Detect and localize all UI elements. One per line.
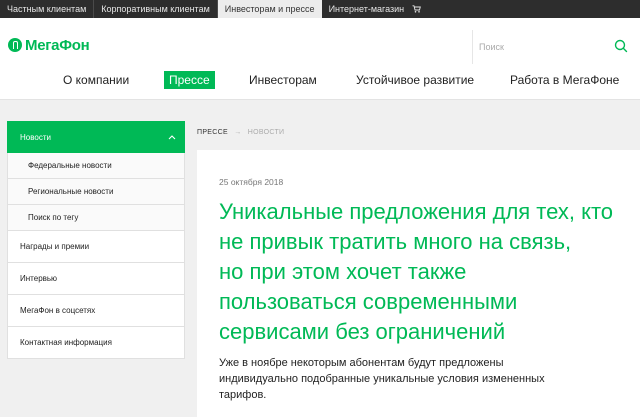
nav-sustainability[interactable]: Устойчивое развитие [356, 71, 474, 89]
logo-text: МегаФон [25, 36, 90, 54]
tab-online-store[interactable]: Интернет-магазин [322, 0, 428, 18]
nav-careers[interactable]: Работа в МегаФоне [510, 71, 619, 89]
cart-icon [412, 5, 421, 13]
sidebar-item-news[interactable]: Новости [7, 121, 185, 153]
nav-about[interactable]: О компании [63, 71, 129, 89]
article-headline: Уникальные предложения для тех, кто не п… [219, 197, 640, 347]
sidebar-item-tag-search[interactable]: Поиск по тегу [7, 205, 185, 231]
sidebar-item-regional-news[interactable]: Региональные новости [7, 179, 185, 205]
top-bar: Частным клиентам Корпоративным клиентам … [0, 0, 640, 18]
breadcrumb-press[interactable]: ПРЕССЕ [197, 129, 228, 136]
sidebar-item-social[interactable]: МегаФон в соцсетях [7, 295, 185, 327]
headline-line: но при этом хочет также [219, 259, 467, 284]
article-date: 25 октября 2018 [219, 177, 284, 187]
sidebar-item-contacts[interactable]: Контактная информация [7, 327, 185, 359]
sidebar-item-label: Новости [20, 133, 51, 142]
lead-line: индивидуально подобранные уникальные усл… [219, 373, 545, 385]
search-box [472, 30, 640, 64]
sidebar: Новости Федеральные новости Региональные… [7, 121, 185, 359]
logo-mark-icon [8, 38, 22, 52]
lead-line: Уже в ноябре некоторым абонентам будут п… [219, 357, 504, 369]
headline-line: сервисами без ограничений [219, 319, 506, 344]
tab-private-clients[interactable]: Частным клиентам [0, 0, 95, 18]
tab-corporate-clients[interactable]: Корпоративным клиентам [94, 0, 218, 18]
nav-press[interactable]: Прессе [164, 71, 215, 89]
nav-investors[interactable]: Инвесторам [249, 71, 317, 89]
sidebar-item-federal-news[interactable]: Федеральные новости [7, 153, 185, 179]
breadcrumb: ПРЕССЕ → НОВОСТИ [197, 129, 284, 136]
main-nav: О компании Прессе Инвесторам Устойчивое … [0, 71, 640, 93]
search-input[interactable] [479, 40, 599, 54]
tab-investors-press[interactable]: Инвесторам и прессе [217, 0, 322, 18]
chevron-up-icon [168, 135, 176, 140]
headline-line: не привык тратить много на связь, [219, 229, 572, 254]
breadcrumb-arrow-icon: → [234, 129, 242, 136]
headline-line: пользоваться современными [219, 289, 518, 314]
sidebar-item-awards[interactable]: Награды и премии [7, 231, 185, 263]
sidebar-item-interview[interactable]: Интервью [7, 263, 185, 295]
site-header: МегаФон О компании Прессе Инвесторам Уст… [0, 18, 640, 100]
article-lead: Уже в ноябре некоторым абонентам будут п… [219, 355, 629, 403]
megafon-logo[interactable]: МегаФон [8, 36, 90, 54]
tab-online-store-label: Интернет-магазин [328, 4, 405, 14]
search-icon[interactable] [613, 38, 629, 54]
headline-line: Уникальные предложения для тех, кто [219, 199, 614, 224]
breadcrumb-current: НОВОСТИ [247, 129, 285, 136]
lead-line: тарифов. [219, 389, 267, 401]
article: 25 октября 2018 Уникальные предложения д… [197, 150, 640, 417]
